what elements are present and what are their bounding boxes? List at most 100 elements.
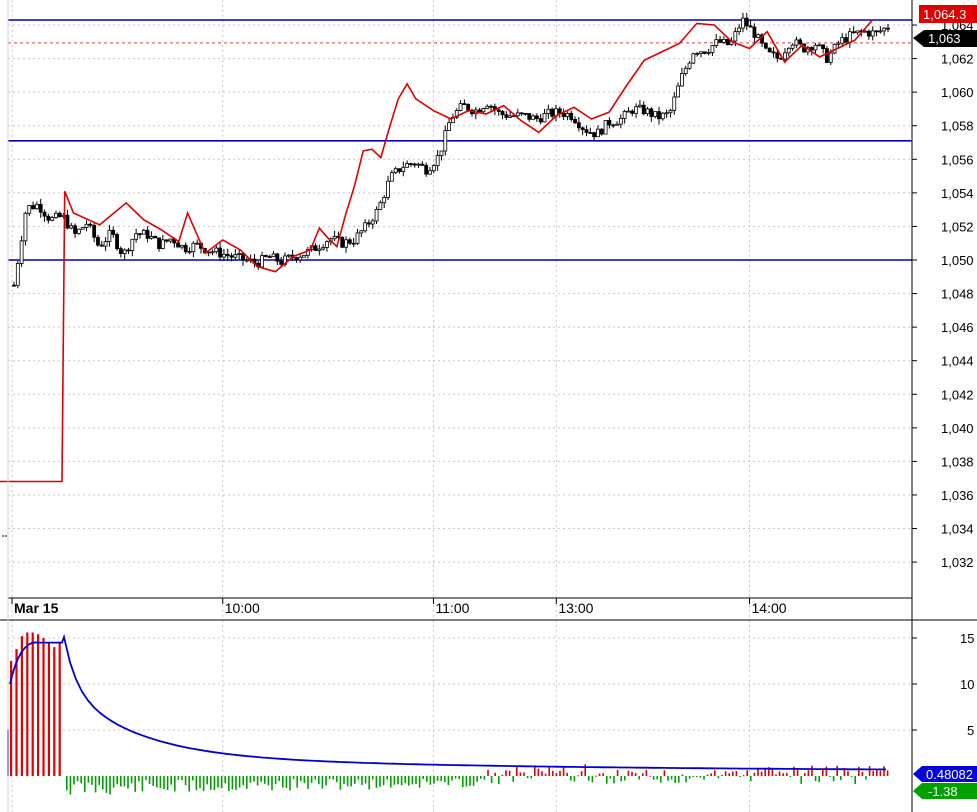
- indicator-bar-positive: [760, 771, 763, 776]
- indicator-bar-negative: [699, 776, 702, 778]
- indicator-bar-negative: [386, 776, 388, 780]
- indicator-bar-negative: [307, 776, 309, 789]
- indicator-bar-negative: [415, 776, 417, 785]
- indicator-bar-negative: [314, 776, 316, 780]
- indicator-bar-negative: [696, 776, 698, 777]
- candle-body: [118, 248, 123, 254]
- candle-body: [38, 203, 43, 213]
- indicator-bar-negative: [249, 776, 252, 783]
- indicator-bar-positive: [775, 774, 777, 776]
- indicator-bar-positive: [562, 767, 565, 776]
- indicator-bar-positive: [494, 772, 496, 776]
- indicator-bar-negative: [141, 776, 144, 792]
- candle-body: [34, 203, 39, 210]
- candle-body: [672, 96, 677, 111]
- indicator-bar-negative: [703, 776, 705, 780]
- candle-body: [218, 247, 222, 258]
- candle-body: [542, 113, 547, 123]
- candle-body: [699, 51, 703, 54]
- indicator-bar-negative: [87, 776, 90, 783]
- indicator-bar-negative: [246, 776, 248, 789]
- indicator-bar-positive: [37, 634, 40, 776]
- indicator-bar-negative: [606, 776, 608, 784]
- indicator-bar-negative: [382, 776, 385, 786]
- candle-body: [141, 229, 146, 235]
- candle-body: [466, 103, 471, 111]
- candle-body: [298, 256, 303, 261]
- candle-body: [130, 238, 135, 251]
- candle-body: [599, 128, 604, 135]
- indicator-bar-positive: [847, 771, 849, 776]
- axes: [0, 0, 977, 812]
- indicator-bar-negative: [393, 776, 396, 785]
- candle-body: [817, 44, 822, 47]
- candle-body: [596, 128, 600, 138]
- indicator-bar-negative: [364, 776, 367, 784]
- candle-body: [798, 39, 803, 45]
- candle-body: [23, 212, 28, 242]
- indicator-bar-negative: [278, 776, 280, 782]
- candle-body: [351, 242, 356, 245]
- indicator-bar-negative: [318, 776, 320, 785]
- candle-body: [225, 253, 230, 257]
- candle-body: [828, 52, 833, 63]
- candle-body: [428, 170, 432, 175]
- candle-body: [737, 27, 742, 33]
- indicator-bar-negative: [112, 776, 115, 788]
- candle-body: [176, 242, 181, 248]
- indicator-bar-positive: [584, 764, 586, 776]
- indicator-bar-negative: [480, 776, 482, 779]
- price-tick-label: 1,054: [941, 186, 974, 201]
- indicator-bar-negative: [436, 776, 439, 781]
- indicator-bar-negative: [829, 776, 831, 777]
- candle-body: [725, 38, 730, 46]
- candle-body: [420, 163, 425, 166]
- indicator-bar-positive: [778, 771, 781, 776]
- indicator-bar-positive: [642, 773, 644, 776]
- indicator-bar-negative: [260, 776, 262, 782]
- indicator-bar-positive: [53, 647, 56, 776]
- candle-body: [279, 260, 284, 265]
- candle-body: [706, 52, 711, 54]
- indicator-bar-negative: [253, 776, 255, 782]
- candle-body: [302, 254, 306, 258]
- indicator-bar-positive: [580, 771, 583, 776]
- candle-body: [615, 123, 619, 126]
- candle-body: [65, 214, 70, 229]
- candle-body: [115, 234, 119, 250]
- candle-body: [607, 120, 612, 126]
- indicator-bar-negative: [192, 776, 194, 781]
- indicator-bar-positive: [732, 771, 734, 776]
- indicator-bar-negative: [271, 776, 273, 791]
- price-tick-label: 1,034: [941, 522, 974, 537]
- indicator-bar-positive: [811, 765, 813, 776]
- candle-body: [401, 166, 406, 172]
- indicator-bar-negative: [174, 776, 176, 792]
- indicator-bar-negative: [688, 776, 691, 779]
- indicator-bar-positive: [706, 774, 709, 776]
- indicator-bar-positive: [598, 773, 601, 776]
- candle-body: [874, 30, 879, 33]
- candle-body: [122, 249, 127, 254]
- indicator-bar-negative: [818, 776, 820, 783]
- indicator-bar-positive: [501, 774, 504, 776]
- candle-body: [92, 224, 97, 238]
- indicator-bar-positive: [825, 766, 828, 776]
- indicator-bar-positive: [537, 768, 540, 776]
- indicator-bar-negative: [300, 776, 302, 781]
- indicator-bar-negative: [231, 776, 234, 790]
- indicator-bar-negative: [372, 776, 374, 780]
- candle-body: [233, 254, 238, 258]
- candle-body: [546, 108, 551, 114]
- indicator-bar-positive: [566, 772, 568, 776]
- candle-body: [69, 225, 74, 229]
- indicator-bar-negative: [346, 776, 349, 787]
- candle-body: [332, 235, 337, 240]
- candle-body: [851, 31, 856, 34]
- candle-body: [775, 52, 780, 59]
- candle-body: [702, 51, 707, 54]
- candle-body: [355, 232, 360, 244]
- indicator-bar-negative: [789, 776, 792, 777]
- candle-body: [538, 118, 543, 123]
- indicator-bar-negative: [670, 776, 673, 780]
